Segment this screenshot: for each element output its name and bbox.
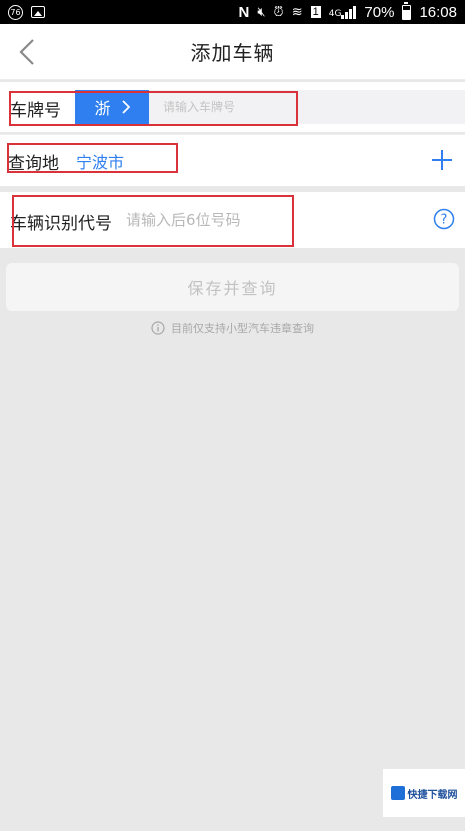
query-city-label: 查询地 xyxy=(8,154,59,174)
watermark-text: 快捷下载网 xyxy=(407,789,458,801)
site-watermark: 快捷下载网 xyxy=(383,769,465,817)
plate-number-input[interactable] xyxy=(149,90,465,124)
save-and-query-button[interactable]: 保存并查询 xyxy=(6,263,459,311)
status-left: 76 xyxy=(8,4,45,20)
app-notification-icon: 76 xyxy=(8,4,23,20)
network-type: 4G xyxy=(328,9,342,19)
chevron-left-icon xyxy=(19,39,34,65)
app-header: 添加车辆 xyxy=(0,24,465,80)
clock: 16:08 xyxy=(419,3,457,21)
plate-number-label: 车牌号 xyxy=(10,101,61,121)
vin-input[interactable] xyxy=(120,206,410,234)
vin-label: 车辆识别代号 xyxy=(10,214,112,234)
province-value: 浙 xyxy=(94,99,111,118)
watermark-logo-icon xyxy=(390,786,405,800)
wifi-icon: ≋ xyxy=(291,4,303,20)
battery-percent: 70% xyxy=(364,3,395,21)
support-notice-text: 目前仅支持小型汽车违章查询 xyxy=(171,322,314,335)
query-city-row[interactable]: 查询地 宁波市 xyxy=(0,134,465,186)
page-title: 添加车辆 xyxy=(190,41,275,65)
chevron-right-icon xyxy=(121,100,130,114)
sim-icon: 1 xyxy=(310,6,321,18)
svg-text:?: ? xyxy=(441,213,448,228)
help-icon[interactable]: ? xyxy=(433,208,455,230)
nfc-icon: N xyxy=(238,3,250,21)
vin-row: 车辆识别代号 ? xyxy=(0,192,465,248)
plus-icon[interactable] xyxy=(429,147,455,173)
support-notice: 目前仅支持小型汽车违章查询 xyxy=(0,320,465,336)
province-selector-button[interactable]: 浙 xyxy=(75,90,149,124)
signal-bars xyxy=(341,5,357,19)
status-right: N 🔇︎ ⏰︎ ≋ 1 4G 70% 16:08 xyxy=(238,1,457,21)
info-icon xyxy=(151,321,165,335)
status-bar: 76 N 🔇︎ ⏰︎ ≋ 1 4G 70% 16:08 xyxy=(0,0,465,24)
query-city-value: 宁波市 xyxy=(76,153,125,172)
back-button[interactable] xyxy=(10,34,44,70)
cellular-signal-icon: 4G xyxy=(329,5,357,19)
gallery-notification-icon xyxy=(31,6,45,18)
plate-number-row: 车牌号 浙 xyxy=(0,82,465,132)
mute-icon: 🔇︎ xyxy=(257,4,266,20)
battery-icon xyxy=(402,1,412,20)
circle-badge-text: 76 xyxy=(10,7,21,17)
alarm-icon: ⏰︎ xyxy=(273,4,284,20)
